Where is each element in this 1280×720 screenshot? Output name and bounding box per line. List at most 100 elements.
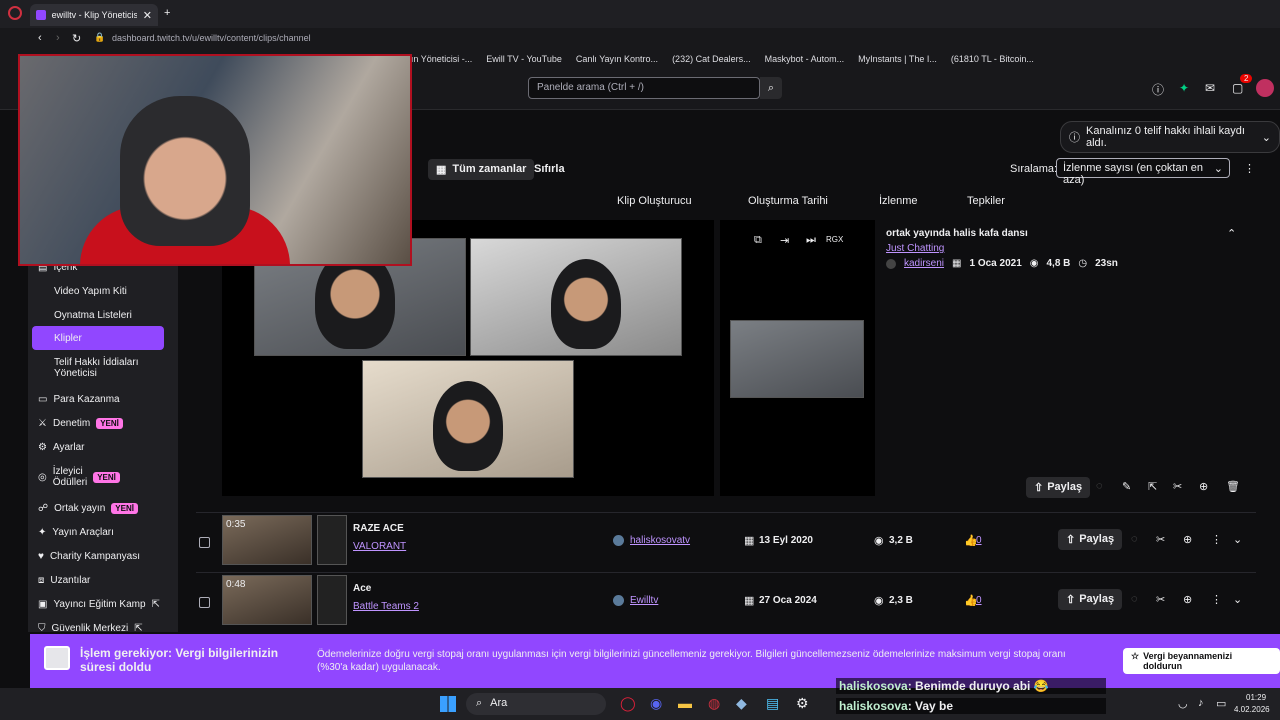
sidebar-item-charity[interactable]: ♥ Charity Kampanyası bbox=[38, 551, 140, 562]
edit-icon[interactable]: ✎ bbox=[1122, 480, 1131, 493]
exit-icon[interactable]: ⇥ bbox=[780, 234, 789, 247]
clip-thumbnail[interactable]: 0:48 bbox=[222, 575, 312, 625]
popout-icon[interactable]: ⧉ bbox=[754, 234, 762, 247]
taskbar-search[interactable]: ⌕ Ara bbox=[466, 693, 606, 715]
clip-game[interactable]: VALORANT bbox=[353, 541, 406, 552]
clip-thumbnail[interactable]: 0:35 bbox=[222, 515, 312, 565]
scissors-icon[interactable]: ✂ bbox=[1156, 533, 1165, 546]
sidebar-item-moderation[interactable]: ⚔ Denetim YENİ bbox=[38, 418, 123, 429]
notifications-icon[interactable]: ▢ bbox=[1232, 81, 1243, 95]
folder-icon[interactable]: ▬ bbox=[678, 695, 692, 711]
clip-preview[interactable]: ⧉ ⇥ ⏭ RGX bbox=[720, 220, 875, 496]
clip-creator[interactable]: Ewilltv bbox=[630, 595, 658, 606]
app-icon[interactable]: ◍ bbox=[708, 695, 720, 712]
share-button[interactable]: ⇧ Paylaş bbox=[1026, 477, 1091, 498]
scissors-icon[interactable]: ✂ bbox=[1156, 593, 1165, 606]
chevron-down-icon[interactable]: ⌄ bbox=[1233, 533, 1242, 546]
notepad-icon[interactable]: ▤ bbox=[766, 695, 779, 712]
row-checkbox[interactable] bbox=[199, 537, 210, 548]
sidebar-item-copyright[interactable]: Telif Hakkı İddiaları Yöneticisi bbox=[54, 357, 154, 379]
tax-form-button[interactable]: ☆ Vergi beyannamenizi doldurun bbox=[1123, 648, 1280, 674]
bookmark-item[interactable]: Ewill TV - YouTube bbox=[486, 54, 562, 64]
sidebar-item-guest-star[interactable]: ☍ Ortak yayın YENİ bbox=[38, 503, 138, 514]
add-icon[interactable]: ⊕ bbox=[1183, 533, 1192, 546]
bookmark-item[interactable]: Maskybot - Autom... bbox=[765, 54, 845, 64]
browser-tabbar: ewilltv - Klip Yöneticisi ✕ + bbox=[0, 0, 1280, 28]
add-icon[interactable]: ⊕ bbox=[1199, 480, 1208, 493]
more-options-icon[interactable]: ⋮ bbox=[1211, 593, 1222, 606]
calendar-icon: ▦ bbox=[436, 164, 447, 176]
opera-icon[interactable]: ◯ bbox=[620, 695, 636, 712]
bookmark-item[interactable]: (61810 TL - Bitcoin... bbox=[951, 54, 1034, 64]
col-views[interactable]: İzlenme bbox=[879, 195, 918, 207]
more-options-icon[interactable]: ⋮ bbox=[1244, 162, 1255, 175]
time-filter-button[interactable]: ▦ Tüm zamanlar bbox=[428, 159, 535, 180]
browser-tab[interactable]: ewilltv - Klip Yöneticisi ✕ bbox=[30, 4, 158, 26]
expanded-category[interactable]: Just Chatting bbox=[886, 243, 944, 254]
clip-likes[interactable]: 0 bbox=[976, 595, 982, 606]
expanded-duration: 23sn bbox=[1095, 258, 1118, 269]
sidebar-item-clips[interactable]: Klipler bbox=[54, 333, 82, 344]
more-options-icon[interactable]: ⋮ bbox=[1211, 533, 1222, 546]
discord-icon[interactable]: ◉ bbox=[650, 695, 662, 712]
clip-likes[interactable]: 0 bbox=[976, 535, 982, 546]
table-row[interactable]: 0:35 RAZE ACE VALORANT haliskosovatv ▦ 1… bbox=[196, 512, 1256, 570]
sidebar-item-playlists[interactable]: Oynatma Listeleri bbox=[54, 310, 132, 321]
bookmark-item[interactable]: (232) Cat Dealers... bbox=[672, 54, 751, 64]
chevron-down-icon[interactable]: ⌄ bbox=[1233, 593, 1242, 606]
sidebar-item-stream-tools[interactable]: ✦ Yayın Araçları bbox=[38, 527, 114, 538]
new-tab-icon[interactable]: + bbox=[164, 7, 170, 19]
sidebar-item-extensions[interactable]: ⧈ Uzantılar bbox=[38, 575, 90, 586]
settings-icon[interactable]: ⚙ bbox=[796, 695, 809, 712]
clip-creator[interactable]: haliskosovatv bbox=[630, 535, 690, 546]
calendar-icon: ▦ bbox=[952, 258, 962, 269]
bookmark-item[interactable]: Canlı Yayın Kontro... bbox=[576, 54, 658, 64]
windows-start-icon[interactable] bbox=[440, 696, 456, 712]
share-icon: ⇧ bbox=[1034, 482, 1044, 494]
reload-icon[interactable]: ↻ bbox=[72, 32, 81, 45]
volume-icon[interactable]: ♪ bbox=[1198, 697, 1204, 709]
url-field[interactable]: dashboard.twitch.tv/u/ewilltv/content/cl… bbox=[112, 33, 311, 43]
wifi-icon: ◡ bbox=[1178, 698, 1188, 710]
steam-icon[interactable]: ◆ bbox=[736, 695, 747, 712]
external-link-icon[interactable]: ⇱ bbox=[1148, 480, 1157, 493]
back-icon[interactable]: ‹ bbox=[38, 32, 42, 44]
preview-thumbnail bbox=[730, 320, 864, 398]
sidebar-item-safety[interactable]: ⛉ Güvenlik Merkezi ⇱ bbox=[38, 623, 143, 634]
clip-title: RAZE ACE bbox=[353, 523, 404, 534]
tab-close-icon[interactable]: ✕ bbox=[143, 9, 152, 22]
sidebar-item-monetization[interactable]: ▭ Para Kazanma bbox=[38, 394, 120, 405]
col-date[interactable]: Oluşturma Tarihi bbox=[748, 195, 828, 207]
bookmark-item[interactable]: MyInstants | The I... bbox=[858, 54, 937, 64]
search-icon[interactable]: ⌕ bbox=[760, 77, 782, 99]
skip-icon[interactable]: ⏭ bbox=[806, 234, 816, 247]
expanded-creator[interactable]: kadirseni bbox=[904, 258, 944, 269]
clip-game[interactable]: Battle Teams 2 bbox=[353, 601, 419, 612]
share-icon: ⇧ bbox=[1066, 534, 1076, 546]
forward-icon[interactable]: › bbox=[56, 32, 60, 44]
book-icon: ▣ bbox=[38, 599, 48, 610]
sidebar-item-rewards[interactable]: ◎ İzleyici Ödülleri YENİ bbox=[38, 466, 120, 488]
sidebar-item-bootcamp[interactable]: ▣ Yayıncı Eğitim Kamp ⇱ bbox=[38, 599, 160, 610]
inbox-icon[interactable]: ✉ bbox=[1205, 81, 1215, 95]
copyright-notice[interactable]: ⓘ Kanalınız 0 telif hakkı ihlali kaydı a… bbox=[1060, 121, 1280, 153]
search-input[interactable]: Panelde arama (Ctrl + /) bbox=[528, 77, 760, 99]
reset-button[interactable]: Sıfırla bbox=[534, 163, 565, 175]
table-row[interactable]: 0:48 Ace Battle Teams 2 Ewilltv ▦ 27 Oca… bbox=[196, 572, 1256, 630]
trash-icon[interactable]: 🗑 bbox=[1226, 480, 1240, 493]
share-button[interactable]: ⇧ Paylaş bbox=[1058, 529, 1123, 550]
add-icon[interactable]: ⊕ bbox=[1183, 593, 1192, 606]
extensions-icon[interactable]: ✦ bbox=[1179, 81, 1189, 95]
sort-select[interactable]: İzlenme sayısı (en çoktan en aza) ⌄ bbox=[1056, 158, 1230, 186]
share-button[interactable]: ⇧ Paylaş bbox=[1058, 589, 1123, 610]
twitch-tab-icon bbox=[36, 10, 46, 20]
row-checkbox[interactable] bbox=[199, 597, 210, 608]
collapse-icon[interactable]: ⌃ bbox=[1227, 227, 1236, 240]
sidebar-item-video-kit[interactable]: Video Yapım Kiti bbox=[54, 286, 127, 297]
avatar[interactable] bbox=[1256, 79, 1274, 97]
sort-label: Sıralama: bbox=[1010, 163, 1058, 175]
scissors-icon[interactable]: ✂ bbox=[1173, 480, 1182, 493]
help-icon[interactable]: ⓘ bbox=[1152, 81, 1164, 98]
sidebar-item-settings[interactable]: ⚙ Ayarlar bbox=[38, 442, 84, 453]
banner-title: İşlem gerekiyor: Vergi bilgilerinizin sü… bbox=[80, 646, 279, 674]
